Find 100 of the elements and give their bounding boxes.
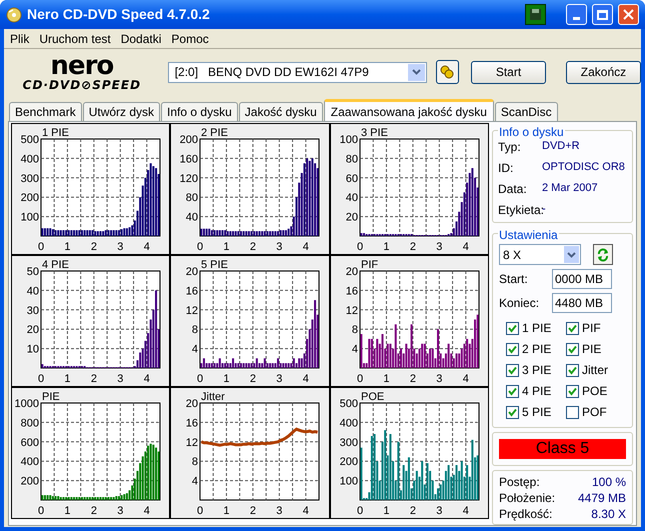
x-tick-label: 0	[38, 373, 44, 385]
x-tick-label: 2	[409, 241, 416, 253]
start-field[interactable]: 0000 MB	[552, 269, 612, 289]
y-tick-label: 120	[180, 172, 198, 185]
end-field[interactable]: 4480 MB	[552, 293, 612, 313]
x-tick-label: 0	[356, 505, 363, 517]
chart-title: PIE	[42, 391, 60, 403]
field-label: Etykieta:	[498, 202, 542, 219]
toolbar-button[interactable]: Zakończ	[566, 60, 641, 84]
y-tick-label: 300	[339, 436, 358, 449]
y-tick-label: 400	[339, 417, 358, 430]
y-tick-label: 500	[20, 134, 39, 146]
y-tick-label: 12	[186, 304, 198, 317]
y-tick-label: 200	[20, 192, 39, 204]
x-tick-label: 4	[303, 505, 310, 517]
x-tick-label: 2	[250, 373, 256, 385]
field-label: Prędkość:	[499, 506, 552, 522]
menu-item[interactable]: Plik	[7, 30, 32, 48]
y-tick-label: 600	[20, 436, 39, 449]
y-tick-label: 4	[192, 344, 198, 356]
y-tick-label: 100	[20, 212, 39, 224]
x-tick-label: 1	[383, 505, 390, 517]
x-tick-label: 4	[144, 505, 150, 517]
x-tick-label: 3	[276, 373, 283, 385]
y-tick-label: 20	[26, 324, 39, 336]
x-tick-label: 0	[197, 373, 204, 385]
checkbox-label: 2 PIE	[522, 341, 552, 358]
y-tick-label: 16	[345, 285, 358, 298]
x-tick-label: 4	[462, 505, 468, 517]
y-tick-label: 300	[20, 172, 39, 185]
menu-item[interactable]: Dodatki	[118, 30, 164, 48]
window-title: Nero CD-DVD Speed 4.7.0.2	[27, 5, 211, 24]
y-tick-label: 20	[345, 266, 358, 278]
y-tick-label: 500	[339, 398, 358, 410]
y-tick-label: 60	[345, 172, 358, 185]
y-tick-label: 8	[352, 324, 358, 336]
menu-item[interactable]: Uruchom test	[36, 30, 114, 48]
tab[interactable]: Utwórz dysk	[82, 102, 160, 121]
y-tick-label: 200	[20, 476, 39, 488]
y-tick-label: 800	[20, 417, 39, 430]
y-tick-label: 160	[180, 153, 198, 166]
y-tick-label: 1000	[14, 398, 39, 410]
chart-title: 1 PIE	[42, 127, 69, 139]
x-tick-label: 0	[197, 241, 204, 253]
field-label: Położenie:	[499, 490, 556, 506]
checkbox-label: POF	[582, 404, 607, 421]
x-tick-label: 1	[383, 241, 390, 253]
x-tick-label: 3	[436, 241, 442, 253]
drive-dropdown[interactable]: [2:0] BENQ DVD DD EW162I 47P9	[168, 62, 427, 82]
y-tick-label: 4	[352, 344, 358, 356]
x-tick-label: 2	[409, 373, 416, 385]
x-tick-label: 2	[90, 241, 97, 253]
x-tick-label: 2	[90, 373, 97, 385]
x-tick-label: 4	[303, 373, 310, 385]
chart-title: Jitter	[201, 391, 226, 403]
checkbox-label: 4 PIE	[522, 383, 552, 400]
class-result: Class 5	[499, 439, 626, 459]
x-tick-label: 0	[38, 241, 44, 253]
x-tick-label: 1	[383, 373, 390, 385]
y-tick-label: 80	[186, 192, 198, 204]
field-value: OPTODISC OR8	[542, 160, 625, 175]
nero-logo: nero CD·DVD⊘SPEED	[22, 53, 142, 91]
x-tick-label: 4	[462, 241, 468, 253]
menu-item[interactable]: Pomoc	[168, 30, 212, 48]
y-tick-label: 8	[192, 456, 198, 468]
y-tick-label: 200	[339, 456, 358, 468]
checkbox-label: 3 PIE	[522, 362, 552, 379]
field-value: DVD+R	[542, 139, 580, 154]
field-label: ID:	[498, 160, 514, 177]
chart-title: POE	[360, 391, 384, 403]
x-tick-label: 1	[64, 373, 70, 385]
y-tick-label: 40	[186, 212, 198, 224]
checkbox-label: PIF	[582, 320, 601, 337]
chart-title: 5 PIE	[201, 259, 228, 271]
tab[interactable]: Info o dysku	[161, 102, 238, 121]
toolbar-button[interactable]: Start	[470, 60, 546, 84]
x-tick-label: 1	[224, 373, 230, 385]
speed-dropdown[interactable]: 8 X	[499, 244, 581, 265]
chart-title: 4 PIE	[42, 259, 69, 271]
y-tick-label: 10	[26, 344, 39, 356]
tab[interactable]: ScanDisc	[494, 102, 558, 121]
x-tick-label: 2	[90, 505, 97, 517]
field-value: 4479 MB	[578, 490, 626, 506]
x-tick-label: 4	[144, 373, 150, 385]
y-tick-label: 100	[339, 476, 358, 488]
tab[interactable]: Zaawansowana jakość dysku	[324, 99, 494, 121]
tab[interactable]: Jakość dysku	[238, 102, 323, 121]
x-tick-label: 3	[117, 373, 124, 385]
checkbox-label: Jitter	[582, 362, 608, 379]
checkbox-label: 1 PIE	[522, 320, 552, 337]
y-tick-label: 50	[26, 266, 39, 278]
x-tick-label: 2	[409, 505, 416, 517]
tab[interactable]: Benchmark	[9, 102, 82, 121]
y-tick-label: 4	[192, 476, 198, 488]
y-tick-label: 8	[192, 324, 198, 336]
y-tick-label: 400	[20, 456, 39, 468]
x-tick-label: 1	[224, 241, 230, 253]
x-tick-label: 3	[276, 241, 283, 253]
y-tick-label: 12	[186, 436, 198, 449]
y-tick-label: 16	[186, 285, 198, 298]
